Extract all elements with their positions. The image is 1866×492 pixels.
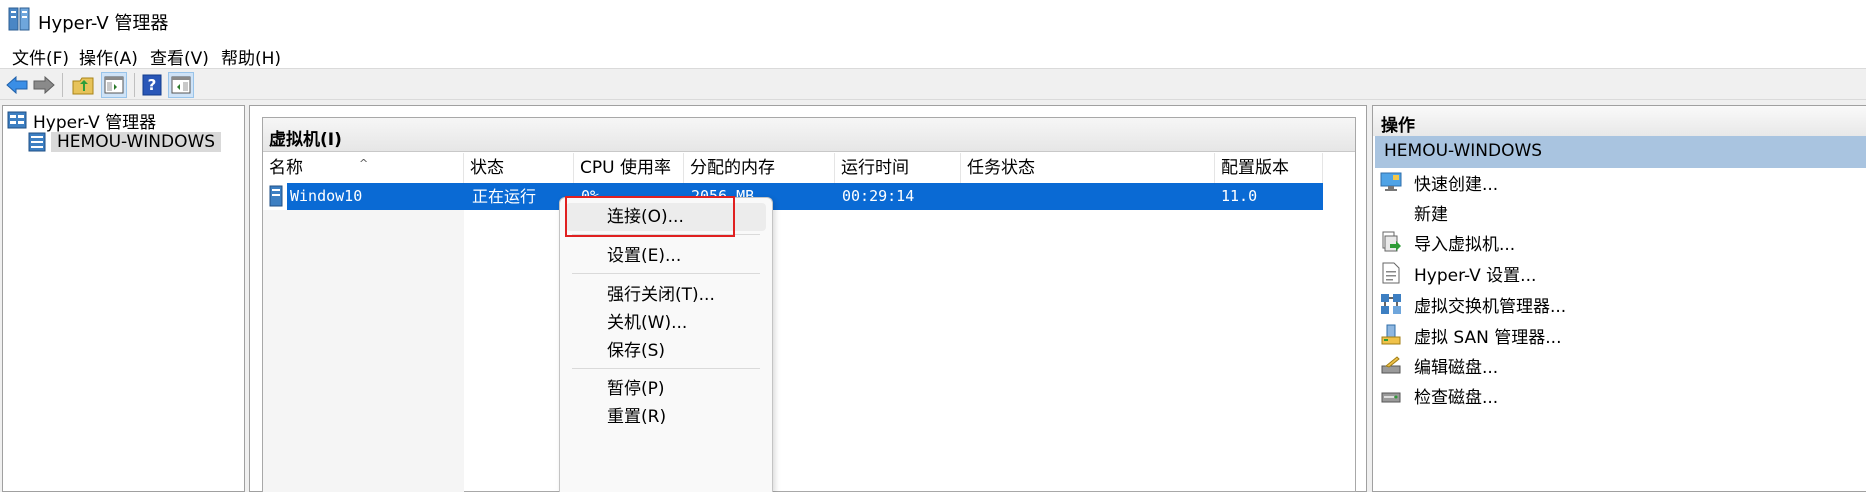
vm-version: 11.0	[1221, 187, 1258, 205]
menu-view[interactable]: 查看(V)	[150, 44, 209, 69]
tree-item-host[interactable]: HEMOU-WINDOWS	[27, 130, 222, 154]
console-tree: Hyper-V 管理器 HEMOU-WINDOWS	[2, 105, 245, 492]
menu-item-pause[interactable]: 暂停(P)	[566, 375, 766, 403]
import-icon	[1380, 231, 1402, 253]
toolbar: ?	[0, 68, 1866, 100]
actions-host-label: HEMOU-WINDOWS	[1384, 141, 1543, 161]
menu-help[interactable]: 帮助(H)	[221, 44, 281, 69]
tree-item-root[interactable]: Hyper-V 管理器	[7, 108, 157, 133]
settings-document-icon	[1380, 262, 1402, 284]
toolbar-separator	[134, 73, 135, 97]
tree-host-label: HEMOU-WINDOWS	[51, 132, 222, 152]
action-virtual-switch-manager[interactable]: 虚拟交换机管理器...	[1380, 289, 1566, 319]
hyper-v-manager-icon	[7, 111, 27, 129]
column-memory[interactable]: 分配的内存	[684, 153, 835, 183]
vm-icon	[269, 185, 283, 207]
actions-header: 操作	[1373, 106, 1866, 136]
action-label: 虚拟 SAN 管理器...	[1414, 327, 1562, 348]
actions-host-band[interactable]: HEMOU-WINDOWS	[1375, 136, 1866, 168]
sorted-column-shade	[263, 210, 464, 492]
title-bar: Hyper-V 管理器	[0, 0, 1866, 40]
column-label: 配置版本	[1221, 158, 1289, 178]
action-pane-icon[interactable]	[168, 72, 194, 98]
action-quick-create[interactable]: 快速创建...	[1380, 167, 1498, 197]
action-label: 编辑磁盘...	[1414, 357, 1499, 378]
column-state[interactable]: 状态	[464, 153, 574, 183]
hyper-v-icon	[8, 7, 30, 31]
vm-name: Window10	[290, 187, 363, 205]
action-import-vm[interactable]: 导入虚拟机...	[1380, 227, 1515, 257]
menu-item-settings[interactable]: 设置(E)...	[566, 242, 766, 270]
action-label: Hyper-V 设置...	[1414, 265, 1537, 286]
action-virtual-san-manager[interactable]: 虚拟 SAN 管理器...	[1380, 320, 1561, 350]
action-label: 导入虚拟机...	[1414, 234, 1516, 255]
action-label: 检查磁盘...	[1414, 387, 1499, 408]
action-label: 新建	[1414, 204, 1448, 225]
column-label: 名称	[269, 158, 303, 178]
window-title: Hyper-V 管理器	[38, 13, 169, 34]
menu-item-save[interactable]: 保存(S)	[566, 337, 766, 365]
action-label: 快速创建...	[1414, 174, 1499, 195]
menu-separator	[572, 368, 760, 369]
column-cpu[interactable]: CPU 使用率	[574, 153, 684, 183]
menu-file[interactable]: 文件(F)	[12, 44, 69, 69]
vm-uptime: 00:29:14	[842, 187, 915, 205]
row-selection	[287, 183, 1323, 210]
column-label: CPU 使用率	[580, 158, 671, 178]
action-label: 虚拟交换机管理器...	[1414, 296, 1567, 317]
help-icon[interactable]: ?	[139, 72, 165, 98]
menu-separator	[572, 273, 760, 274]
edit-disk-icon	[1380, 354, 1402, 376]
menu-bar: 文件(F) 操作(A) 查看(V) 帮助(H)	[0, 40, 1866, 69]
column-task[interactable]: 任务状态	[961, 153, 1215, 183]
server-icon	[28, 132, 46, 152]
monitor-icon	[1380, 171, 1402, 193]
column-label: 分配的内存	[690, 158, 775, 178]
column-uptime[interactable]: 运行时间	[835, 153, 961, 183]
tree-root-label: Hyper-V 管理器	[33, 112, 157, 133]
action-edit-disk[interactable]: 编辑磁盘...	[1380, 350, 1498, 380]
storage-icon	[1380, 324, 1402, 346]
vm-panel-header: 虚拟机(I)	[263, 118, 1355, 152]
up-folder-icon[interactable]	[70, 72, 96, 98]
column-label: 状态	[470, 158, 504, 178]
column-label: 运行时间	[841, 158, 909, 178]
actions-title: 操作	[1381, 116, 1415, 136]
network-switch-icon	[1380, 293, 1402, 315]
inspect-disk-icon	[1380, 384, 1402, 406]
column-name[interactable]: 名称 ^	[263, 153, 464, 183]
menu-item-shut-down[interactable]: 关机(W)...	[566, 309, 766, 337]
sort-ascending-icon: ^	[359, 157, 369, 170]
menu-action[interactable]: 操作(A)	[79, 44, 138, 69]
forward-icon[interactable]	[31, 72, 57, 98]
table-row[interactable]: Window10 正在运行 0% 2056 MB 00:29:14 11.0	[263, 183, 1323, 210]
context-menu: 连接(O)... 设置(E)... 强行关闭(T)... 关机(W)... 保存…	[559, 197, 773, 492]
toolbar-separator	[62, 73, 63, 97]
action-inspect-disk[interactable]: 检查磁盘...	[1380, 380, 1498, 410]
column-version[interactable]: 配置版本	[1215, 153, 1323, 183]
action-hyperv-settings[interactable]: Hyper-V 设置...	[1380, 258, 1536, 288]
console-tree-icon[interactable]	[101, 72, 127, 98]
svg-text:?: ?	[148, 76, 157, 94]
menu-item-turn-off[interactable]: 强行关闭(T)...	[566, 281, 766, 309]
vm-panel-title: 虚拟机(I)	[269, 130, 342, 150]
menu-item-reset[interactable]: 重置(R)	[566, 403, 766, 431]
highlight-annotation-box	[565, 196, 735, 237]
vm-column-header: 名称 ^ 状态 CPU 使用率 分配的内存 运行时间 任务状态 配置版本	[263, 153, 1323, 183]
column-label: 任务状态	[967, 158, 1035, 178]
vm-state: 正在运行	[472, 187, 537, 206]
back-icon[interactable]	[4, 72, 30, 98]
